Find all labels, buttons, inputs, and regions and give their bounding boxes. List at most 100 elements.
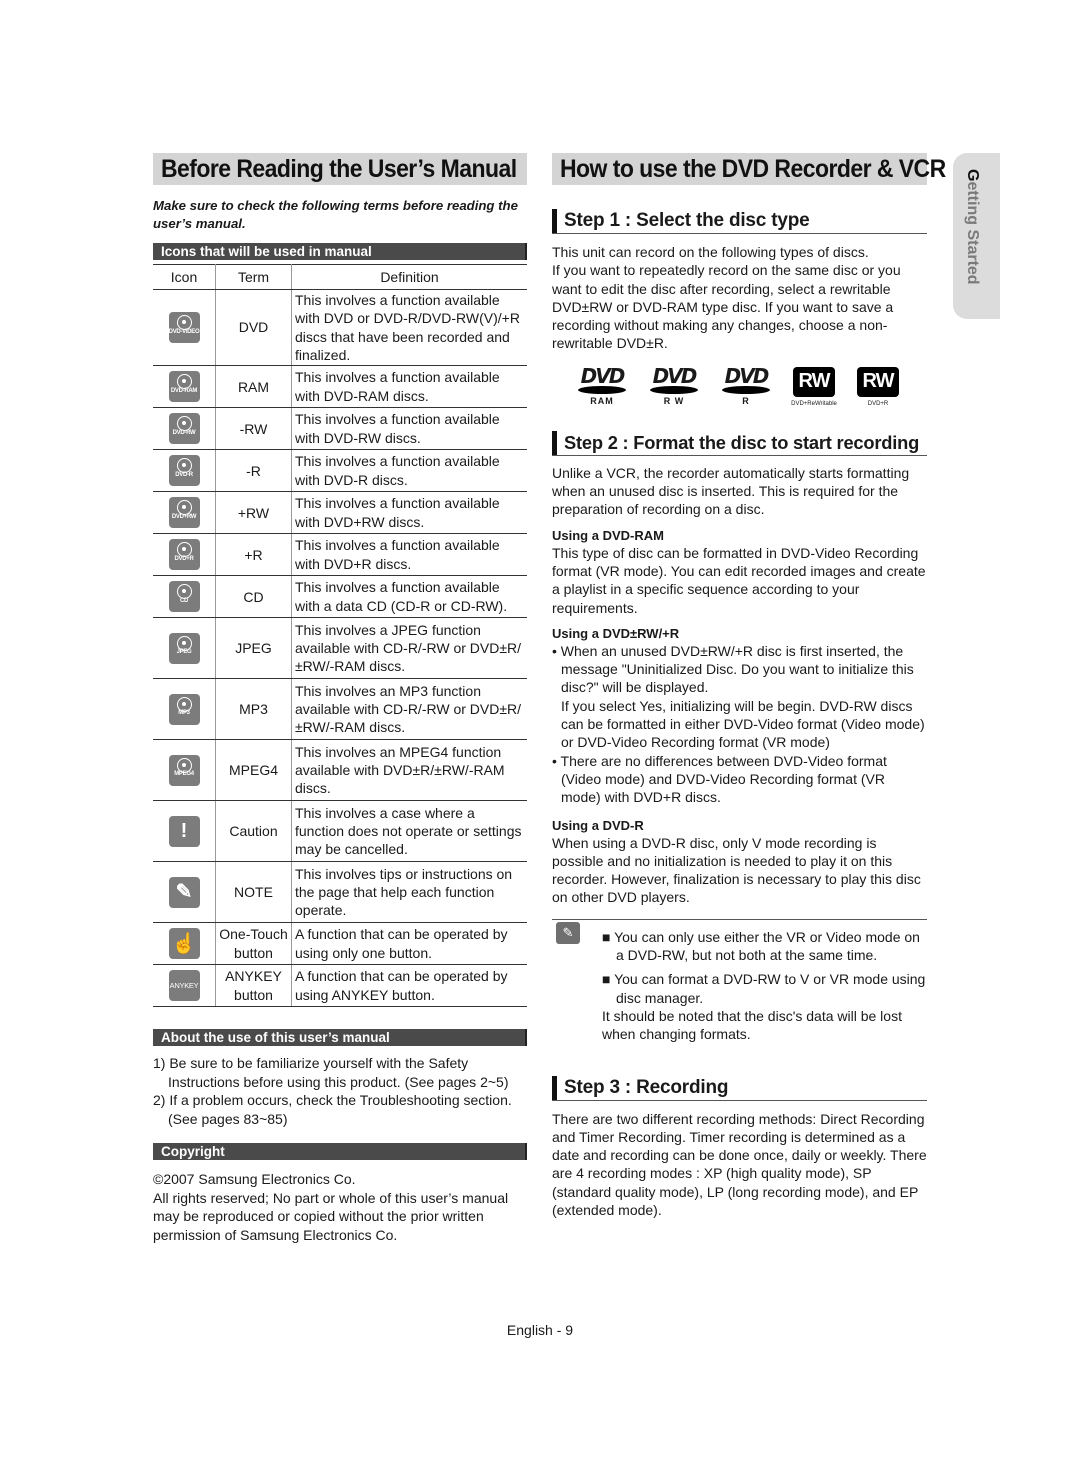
term-cell: DVD [215, 289, 292, 367]
column-header: Term [215, 264, 292, 290]
table-row: MP3 MP3 This involves an MP3 function avai… [153, 678, 527, 741]
rw-logo-icon: RW [793, 366, 835, 397]
jpeg-icon: JPEG [168, 632, 200, 664]
term-cell: One-Touch button [215, 922, 292, 966]
cd-icon: CD [168, 581, 200, 613]
table-row: DVD-RW -RW This involves a function availa… [153, 407, 527, 451]
definition-cell: This involves a function available with … [291, 575, 527, 619]
note-pencil-icon: ✎ [168, 876, 200, 908]
table-row: DVD-RAM RAM This involves a function avail… [153, 365, 527, 409]
dvd-video-icon: DVD-VIDEO [168, 312, 200, 344]
mp3-icon: MP3 [168, 693, 200, 725]
copyright-text: ©2007 Samsung Electronics Co. All rights… [153, 1170, 527, 1244]
mpeg4-icon: MPEG4 [168, 754, 200, 786]
logo-caption: R W [663, 395, 685, 406]
note-item: ■ You can only use either the VR or Vide… [602, 928, 920, 964]
page-title-left: Before Reading the User’s Manual [153, 153, 527, 185]
section-heading-icons: Icons that will be used in manual [153, 243, 527, 260]
icon-glyph: ! [180, 820, 188, 843]
table-row: MPEG4 MPEG4 This involves an MPEG4 functio… [153, 739, 527, 802]
column-header: Definition [291, 264, 527, 290]
dvd-rw-bullets: • When an unused DVD±RW/+R disc is first… [552, 642, 927, 807]
icon-label: DVD-RW [172, 429, 196, 436]
dvd-ram-icon: DVD-RAM [168, 371, 200, 403]
logo-caption: RAM [590, 395, 614, 406]
list-item: 1) Be sure to be familiarize yourself wi… [153, 1055, 509, 1090]
icon-cell: ☝ [153, 922, 216, 966]
icon-cell: DVD+RW [153, 491, 216, 535]
logo-caption: DVD+ReWritable [791, 400, 837, 407]
section-heading-copyright: Copyright [153, 1143, 527, 1161]
step3-text: There are two different recording method… [552, 1110, 927, 1218]
dvd-r-logo: DVD R [716, 366, 776, 406]
step2-heading-text: Step 2 : Format the disc to start record… [564, 431, 920, 453]
icon-label: DVD-R [175, 471, 193, 478]
section-heading-about: About the use of this user’s manual [153, 1029, 527, 1047]
definition-cell: This involves a function available with … [291, 491, 527, 535]
step2-text: Unlike a VCR, the recorder automatically… [552, 464, 910, 518]
icon-cell: DVD-R [153, 449, 216, 493]
icon-cell: DVD-RAM [153, 365, 216, 409]
icon-glyph: ☝ [171, 932, 197, 955]
dvd-rw-logo: DVD R W [644, 363, 704, 406]
icon-cell: JPEG [153, 617, 216, 680]
table-row: DVD+R +R This involves a function availabl… [153, 533, 527, 577]
copyright-line: ©2007 Samsung Electronics Co. [153, 1171, 356, 1188]
icon-label: CD [179, 597, 189, 604]
chapter-tab-label: Getting Started [963, 169, 981, 285]
icon-cell: DVD-VIDEO [153, 289, 216, 367]
definition-cell: This involves a case where a function do… [291, 800, 527, 863]
table-row: JPEG JPEG This involves a JPEG function av… [153, 617, 527, 680]
table-header-row: Icon Term Definition [153, 264, 527, 290]
page-title-right-text: How to use the DVD Recorder & VCR [560, 154, 946, 183]
note-item: ■ You can format a DVD-RW to V or VR mod… [602, 971, 926, 1006]
term-cell: +R [215, 533, 292, 577]
note-item-extra: It should be noted that the disc's data … [602, 1007, 902, 1043]
term-cell: Caution [215, 800, 292, 863]
chapter-tab-getting-started[interactable]: Getting Started [953, 153, 1000, 319]
heading-marker [552, 1075, 557, 1100]
icon-label: MP3 [178, 710, 190, 717]
dvd-plus-r-icon: DVD+R [168, 539, 200, 571]
icon-cell: CD [153, 575, 216, 619]
term-cell: +RW [215, 491, 292, 535]
heading-marker [552, 209, 557, 233]
dvd-ram-subheading: Using a DVD-RAM [552, 527, 664, 543]
table-row: ! Caution This involves a case where a fun… [153, 800, 527, 863]
table-row: DVD-VIDEO DVD This involves a function ava… [153, 289, 527, 367]
table-row: ANYKEY ANYKEY button A function that can b… [153, 964, 527, 1008]
table-row: DVD+RW +RW This involves a function availa… [153, 491, 527, 535]
dvd-r-text: When using a DVD-R disc, only V mode rec… [552, 834, 921, 906]
bullet-item: • When an unused DVD±RW/+R disc is first… [552, 642, 914, 696]
term-cell: -R [215, 449, 292, 493]
anykey-icon: ANYKEY [168, 970, 200, 1002]
bullet-continuation: If you select Yes, initializing will be … [561, 697, 925, 751]
note-pencil-icon: ✎ [556, 921, 580, 944]
dvd-plus-rw-icon: DVD+RW [168, 497, 200, 529]
icon-cell: DVD-RW [153, 407, 216, 451]
table-row: ☝ One-Touch button A function that can be … [153, 922, 527, 966]
table-row: ✎ NOTE This involves tips or instructions … [153, 861, 527, 924]
dvd-rw-icon: DVD-RW [168, 413, 200, 445]
icon-label: JPEG [176, 649, 192, 656]
step1-heading: Step 1 : Select the disc type [552, 207, 927, 234]
dvd-logo-icon: DVD [580, 363, 626, 388]
icon-glyph: ANYKEY [169, 980, 199, 990]
dvd-ram-logo: DVD RAM [572, 363, 632, 406]
icons-table: Icon Term Definition DVD-VIDEO DVD This in… [153, 264, 527, 1008]
definition-cell: A function that can be operated by using… [291, 922, 527, 966]
definition-cell: This involves a function available with … [291, 289, 527, 367]
page-title-right: How to use the DVD Recorder & VCR [552, 153, 946, 185]
icon-cell: MP3 [153, 678, 216, 741]
rw-logo-icon: RW [857, 366, 899, 397]
dvd-logo-icon: DVD [652, 363, 698, 388]
definition-cell: This involves a JPEG function available … [291, 617, 527, 680]
disc-logos: DVD RAM DVD R W DVD R RW DVD+ReWritable … [572, 363, 927, 407]
term-cell: RAM [215, 365, 292, 409]
term-cell: MP3 [215, 678, 292, 741]
chapter-tab-initial: G [964, 169, 981, 182]
definition-cell: This involves an MP3 function available … [291, 678, 527, 741]
step1-text1: This unit can record on the following ty… [552, 244, 869, 260]
term-cell: MPEG4 [215, 739, 292, 802]
step3-heading: Step 3 : Recording [552, 1074, 927, 1101]
